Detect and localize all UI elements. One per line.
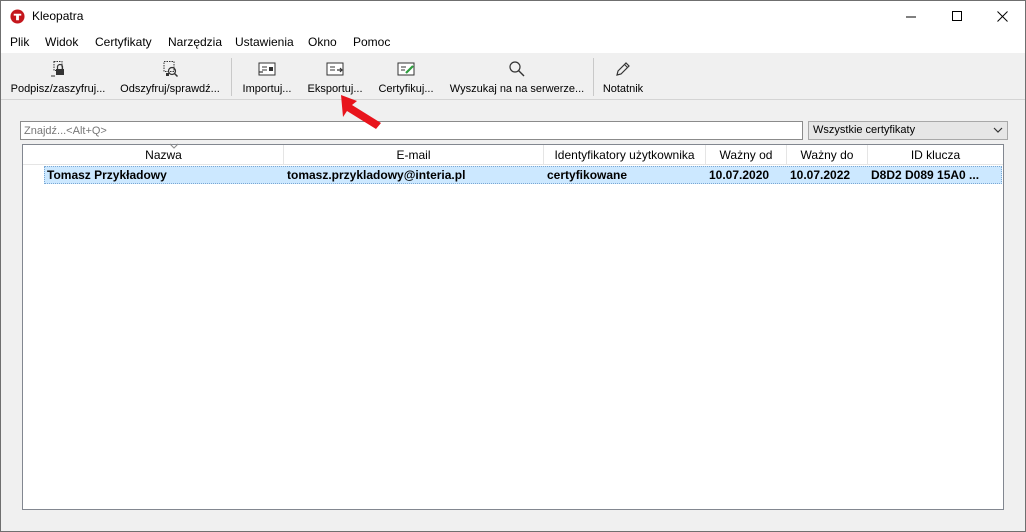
decrypt-verify-button[interactable]: Odszyfruj/sprawdź... <box>115 53 225 100</box>
maximize-icon <box>951 11 962 21</box>
title-bar[interactable]: Kleopatra <box>1 1 1025 32</box>
close-icon <box>996 11 1008 22</box>
cell-valid-to: 10.07.2022 <box>790 168 851 182</box>
cell-user-ids: certyfikowane <box>547 168 628 182</box>
close-button[interactable] <box>979 1 1025 32</box>
search-server-icon <box>509 61 525 77</box>
minimize-icon <box>905 16 916 18</box>
menu-pomoc[interactable]: Pomoc <box>352 35 391 49</box>
import-label: Importuj... <box>242 83 292 95</box>
cell-name: Tomasz Przykładowy <box>47 168 167 182</box>
decrypt-verify-icon <box>163 61 179 78</box>
maximize-button[interactable] <box>934 1 980 32</box>
column-header-valid-from[interactable]: Ważny od <box>706 145 787 165</box>
search-server-label: Wyszukaj na na serwerze... <box>449 83 585 95</box>
menu-plik[interactable]: Plik <box>9 35 30 49</box>
menu-ustawienia[interactable]: Ustawienia <box>234 35 295 49</box>
toolbar-separator <box>231 58 232 96</box>
import-button[interactable]: Importuj... <box>237 53 297 100</box>
search-input[interactable] <box>20 121 803 140</box>
notepad-label: Notatnik <box>602 83 644 95</box>
sort-indicator-icon <box>169 143 179 149</box>
column-header-email[interactable]: E-mail <box>284 145 544 165</box>
kleopatra-window: Kleopatra Plik Widok Certyfikaty Narzędz… <box>0 0 1026 532</box>
filter-selected-value: Wszystkie certyfikaty <box>813 124 916 136</box>
chevron-down-icon <box>993 127 1003 133</box>
column-header-user-ids[interactable]: Identyfikatory użytkownika <box>544 145 706 165</box>
toolbar-separator <box>593 58 594 96</box>
sign-encrypt-icon <box>51 61 64 77</box>
cell-email: tomasz.przykladowy@interia.pl <box>287 168 466 182</box>
column-header-name[interactable]: Nazwa <box>44 143 284 165</box>
annotation-arrow-icon <box>341 95 381 129</box>
sign-encrypt-label: Podpisz/zaszyfruj... <box>10 83 106 95</box>
notepad-pencil-icon <box>616 62 630 76</box>
sign-encrypt-button[interactable]: Podpisz/zaszyfruj... <box>7 53 109 100</box>
menu-widok[interactable]: Widok <box>44 35 79 49</box>
minimize-button[interactable] <box>888 1 934 32</box>
table-row[interactable]: Tomasz Przykładowy tomasz.przykladowy@in… <box>44 166 1002 184</box>
column-header-key-id[interactable]: ID klucza <box>868 145 1003 165</box>
toolbar: Podpisz/zaszyfruj... Odszyfruj/sprawdź..… <box>1 53 1025 100</box>
kleopatra-app-icon <box>10 9 25 24</box>
certificate-filter-select[interactable]: Wszystkie certyfikaty <box>808 121 1008 140</box>
notepad-button[interactable]: Notatnik <box>599 53 647 100</box>
table-header: Nazwa E-mail Identyfikatory użytkownika … <box>23 143 1003 165</box>
menu-narzedzia[interactable]: Narzędzia <box>167 35 223 49</box>
import-certificate-icon <box>258 62 276 76</box>
menu-okno[interactable]: Okno <box>307 35 338 49</box>
decrypt-verify-label: Odszyfruj/sprawdź... <box>120 83 220 95</box>
certify-icon <box>397 62 415 76</box>
menu-certyfikaty[interactable]: Certyfikaty <box>94 35 153 49</box>
cell-key-id: D8D2 D089 15A0 ... <box>871 168 980 182</box>
search-server-button[interactable]: Wyszukaj na na serwerze... <box>445 53 589 100</box>
export-certificate-icon <box>326 62 344 76</box>
window-title: Kleopatra <box>32 9 84 23</box>
cell-valid-from: 10.07.2020 <box>709 168 770 182</box>
column-header-valid-to[interactable]: Ważny do <box>787 145 868 165</box>
menu-bar: Plik Widok Certyfikaty Narzędzia Ustawie… <box>1 32 1025 53</box>
certificate-table[interactable]: Nazwa E-mail Identyfikatory użytkownika … <box>22 143 1004 510</box>
